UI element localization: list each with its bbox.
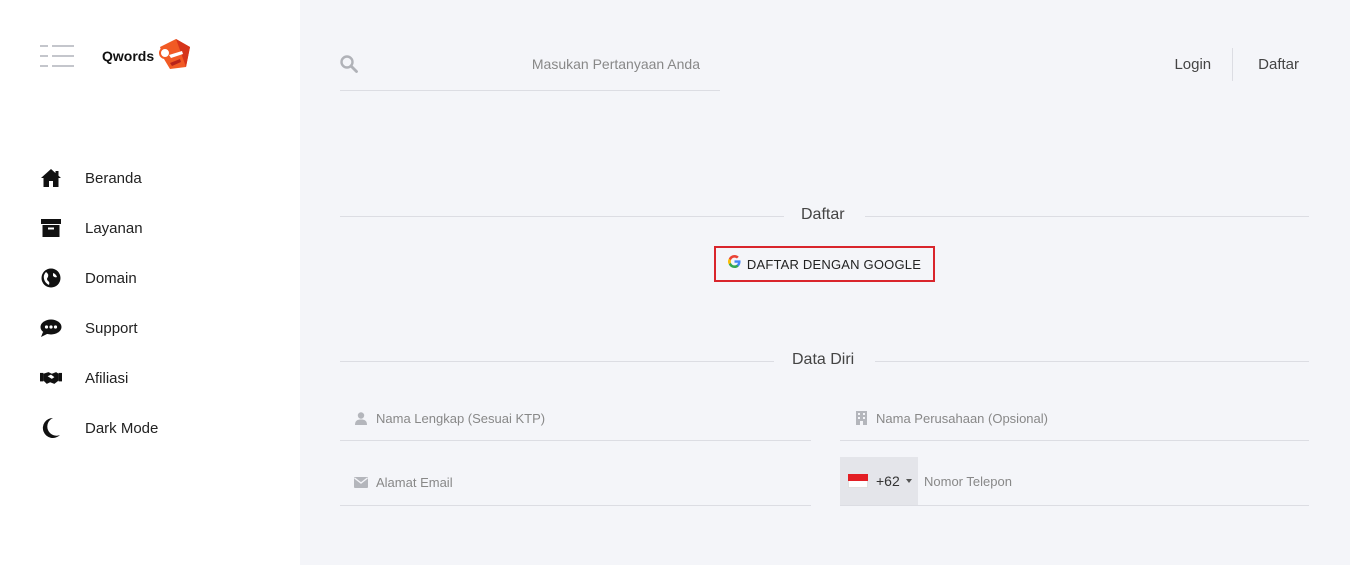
brand-logo[interactable]: Qwords: [102, 38, 192, 74]
divider-line: [875, 361, 1309, 362]
handshake-icon: [40, 367, 62, 389]
google-icon: [727, 255, 741, 273]
archive-box-icon: [40, 217, 62, 239]
phone-input[interactable]: [924, 473, 1309, 489]
sidebar-item-afiliasi[interactable]: Afiliasi: [40, 365, 158, 391]
sidebar-item-label: Domain: [85, 269, 137, 287]
divider-line: [340, 216, 784, 217]
login-link[interactable]: Login: [1174, 56, 1211, 73]
home-icon: [40, 167, 62, 189]
sidebar-item-label: Beranda: [85, 169, 142, 187]
search-input[interactable]: [370, 50, 720, 78]
company-field: [840, 396, 1309, 441]
sidebar-item-dark-mode[interactable]: Dark Mode: [40, 415, 158, 441]
sidebar-item-label: Dark Mode: [85, 419, 159, 437]
sidebar-item-domain[interactable]: Domain: [40, 265, 158, 291]
personal-section-heading: Data Diri: [340, 351, 1309, 371]
company-input[interactable]: [876, 410, 1309, 426]
brand-name: Qwords: [102, 48, 155, 64]
divider-line: [865, 216, 1309, 217]
google-signup-button[interactable]: DAFTAR DENGAN GOOGLE: [714, 246, 935, 282]
email-input[interactable]: [376, 475, 811, 490]
user-icon: [354, 411, 368, 425]
register-link[interactable]: Daftar: [1258, 56, 1299, 73]
indonesia-flag-icon: [848, 474, 868, 488]
sidebar-item-label: Layanan: [85, 219, 143, 237]
moon-icon: [40, 417, 62, 439]
sidebar: Qwords Beranda Layanan Domain Support Af…: [0, 0, 300, 565]
register-section-title: Daftar: [801, 206, 845, 223]
logo-mark-icon: [156, 37, 192, 76]
full-name-field: [340, 396, 811, 441]
sidebar-item-support[interactable]: Support: [40, 315, 158, 341]
header-links: Login Daftar: [1174, 48, 1299, 81]
register-section-heading: Daftar: [340, 206, 1309, 226]
email-field: [340, 460, 811, 506]
full-name-input[interactable]: [376, 410, 811, 426]
phone-field: +62: [840, 457, 1309, 506]
search-icon: [340, 55, 358, 78]
sidebar-item-layanan[interactable]: Layanan: [40, 215, 158, 241]
divider-line: [340, 361, 774, 362]
building-icon: [854, 411, 868, 425]
envelope-icon: [354, 476, 368, 490]
globe-icon: [40, 267, 62, 289]
personal-section-title: Data Diri: [792, 351, 855, 368]
google-button-label: DAFTAR DENGAN GOOGLE: [746, 256, 922, 272]
sidebar-item-label: Support: [85, 319, 138, 337]
sidebar-nav: Beranda Layanan Domain Support Afiliasi: [40, 165, 158, 465]
menu-toggle-icon[interactable]: [40, 45, 74, 67]
sidebar-item-label: Afiliasi: [85, 369, 129, 387]
chevron-down-icon: [905, 479, 912, 483]
sidebar-item-beranda[interactable]: Beranda: [40, 165, 158, 191]
header-divider: [1232, 48, 1234, 81]
chat-bubble-icon: [40, 317, 62, 339]
country-code-select[interactable]: +62: [840, 457, 918, 505]
search-bar: [340, 40, 720, 91]
country-code-value: +62: [876, 473, 900, 489]
